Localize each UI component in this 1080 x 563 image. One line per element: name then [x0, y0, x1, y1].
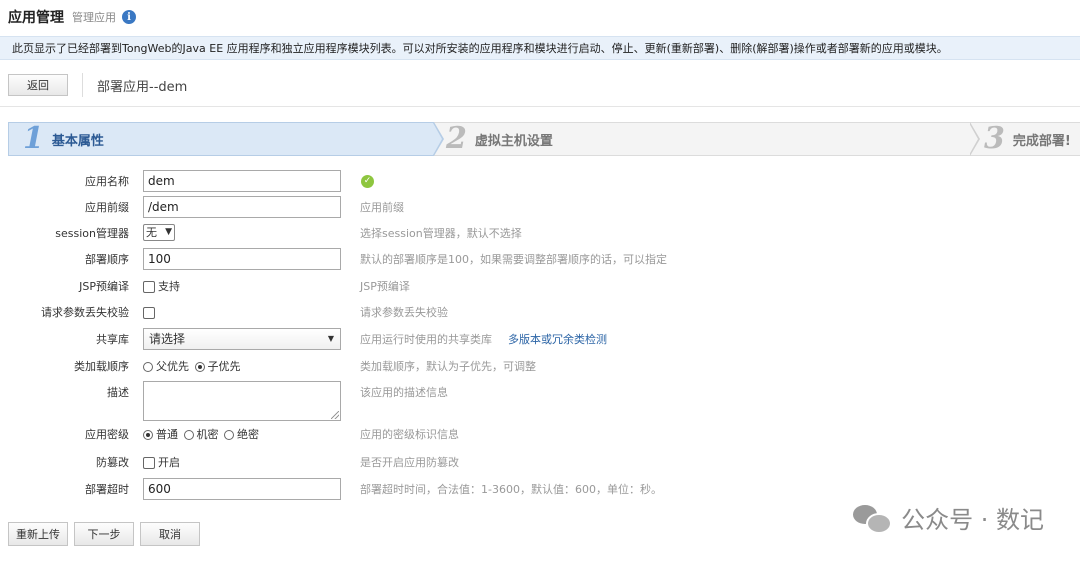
row-app-name: 应用名称 dem ✓	[0, 170, 1080, 194]
option-normal: 普通	[156, 428, 178, 441]
radio-top-secret[interactable]	[224, 430, 234, 440]
row-deploy-timeout: 部署超时 600 部署超时时间，合法值：1-3600，默认值：600，单位：秒。	[0, 478, 1080, 502]
divider	[0, 106, 1080, 107]
step-basic-properties[interactable]: 1 基本属性	[8, 122, 434, 156]
label-param-loss-check: 请求参数丢失校验	[41, 306, 129, 319]
row-shared-lib: 共享库 请选择 ▼ 应用运行时使用的共享类库 多版本或冗余类检测	[0, 328, 1080, 352]
toolbar: 返回 部署应用--dem	[8, 72, 1072, 98]
resize-grip-icon[interactable]	[331, 411, 339, 419]
security-level-control: 普通 机密 绝密	[143, 423, 261, 447]
row-tamper-proof: 防篡改 开启 是否开启应用防篡改	[0, 451, 1080, 475]
step-label: 完成部署!	[1012, 133, 1071, 149]
jsp-precompile-control: 支持	[143, 275, 182, 299]
jsp-precompile-option: 支持	[158, 280, 180, 293]
app-name-input[interactable]: dem	[143, 170, 341, 192]
step-number: 3	[984, 121, 1005, 156]
row-class-load-order: 类加载顺序 父优先 子优先 类加载顺序，默认为子优先，可调整	[0, 355, 1080, 379]
param-loss-control	[143, 301, 155, 325]
step-virtual-host[interactable]: 2 虚拟主机设置	[446, 123, 553, 155]
label-app-name: 应用名称	[85, 175, 129, 188]
hint-security-level: 应用的密级标识信息	[360, 428, 459, 441]
check-icon: ✓	[361, 175, 374, 188]
label-app-prefix: 应用前缀	[85, 201, 129, 214]
toolbar-divider	[82, 73, 83, 97]
app-prefix-input[interactable]: /dem	[143, 196, 341, 218]
label-jsp-precompile: JSP预编译	[79, 280, 129, 293]
hint-app-prefix: 应用前缀	[360, 201, 404, 214]
chevron-down-icon: ▼	[327, 334, 334, 343]
page-header: 应用管理 管理应用 i	[8, 6, 136, 28]
radio-normal[interactable]	[143, 430, 153, 440]
wizard-steps: 1 基本属性 2 虚拟主机设置 3 完成部署!	[8, 122, 1080, 156]
label-class-load-order: 类加载顺序	[74, 360, 129, 373]
label-tamper-proof: 防篡改	[96, 456, 129, 469]
option-child-first: 子优先	[207, 360, 241, 373]
step-arrow-fill	[969, 123, 978, 155]
step-number: 1	[23, 121, 44, 156]
label-deploy-order: 部署顺序	[85, 253, 129, 266]
class-load-order-control: 父优先 子优先	[143, 355, 243, 379]
row-session-manager: session管理器 无 ▼ 选择session管理器，默认不选择	[0, 222, 1080, 246]
session-manager-select[interactable]: 无 ▼	[143, 224, 175, 241]
label-session-manager: session管理器	[55, 227, 129, 240]
session-manager-value: 无	[146, 226, 157, 239]
label-description: 描述	[107, 386, 129, 399]
option-top-secret: 绝密	[237, 428, 259, 441]
hint-session-manager: 选择session管理器，默认不选择	[360, 227, 522, 240]
option-parent-first: 父优先	[156, 360, 189, 373]
radio-confidential[interactable]	[183, 430, 194, 440]
hint-shared-lib: 应用运行时使用的共享类库 多版本或冗余类检测	[360, 328, 607, 352]
row-app-prefix: 应用前缀 /dem 应用前缀	[0, 196, 1080, 220]
shared-lib-value: 请选择	[149, 332, 186, 346]
hint-param-loss-check: 请求参数丢失校验	[360, 306, 448, 319]
next-button[interactable]: 下一步	[74, 522, 134, 546]
info-icon[interactable]: i	[122, 10, 136, 24]
hint-shared-lib-text: 应用运行时使用的共享类库	[360, 333, 492, 346]
description-textarea[interactable]	[143, 381, 341, 421]
shared-lib-select[interactable]: 请选择 ▼	[143, 328, 341, 350]
option-confidential: 机密	[196, 428, 219, 441]
param-loss-checkbox[interactable]	[143, 307, 155, 319]
page-subtitle: 管理应用	[72, 11, 116, 24]
label-security-level: 应用密级	[85, 428, 129, 441]
row-security-level: 应用密级 普通 机密 绝密 应用的密级标识信息	[0, 423, 1080, 447]
row-jsp-precompile: JSP预编译 支持 JSP预编译	[0, 275, 1080, 299]
step-label: 虚拟主机设置	[474, 133, 553, 149]
hint-description: 该应用的描述信息	[360, 386, 448, 399]
step-number: 2	[446, 121, 467, 156]
row-description: 描述 该应用的描述信息	[0, 381, 1080, 423]
tamper-proof-control: 开启	[143, 451, 182, 475]
watermark: 公众号 · 数记	[853, 500, 1044, 535]
step-complete[interactable]: 3 完成部署!	[984, 123, 1071, 155]
radio-parent-first[interactable]	[143, 362, 153, 372]
watermark-text: 公众号 · 数记	[901, 506, 1044, 534]
label-shared-lib: 共享库	[96, 333, 129, 346]
hint-deploy-timeout: 部署超时时间，合法值：1-3600，默认值：600，单位：秒。	[360, 483, 662, 496]
reupload-button[interactable]: 重新上传	[8, 522, 68, 546]
wechat-icon	[853, 503, 893, 534]
row-deploy-order: 部署顺序 100 默认的部署顺序是100，如果需要调整部署顺序的话，可以指定	[0, 248, 1080, 272]
hint-class-load-order: 类加载顺序，默认为子优先，可调整	[360, 360, 536, 373]
step-label: 基本属性	[51, 133, 104, 149]
form-actions: 重新上传 下一步 取消	[8, 522, 200, 546]
chevron-down-icon: ▼	[165, 227, 172, 237]
back-button[interactable]: 返回	[8, 74, 68, 96]
hint-deploy-order: 默认的部署顺序是100，如果需要调整部署顺序的话，可以指定	[360, 253, 667, 266]
deploy-order-input[interactable]: 100	[143, 248, 341, 270]
page-title: 应用管理	[8, 10, 64, 26]
deploy-title: 部署应用--dem	[97, 79, 188, 95]
hint-tamper-proof: 是否开启应用防篡改	[360, 456, 459, 469]
radio-child-first[interactable]	[194, 362, 205, 372]
redundant-class-check-link[interactable]: 多版本或冗余类检测	[508, 333, 607, 346]
deploy-timeout-input[interactable]: 600	[143, 478, 341, 500]
jsp-precompile-checkbox[interactable]	[143, 281, 155, 293]
row-param-loss-check: 请求参数丢失校验 请求参数丢失校验	[0, 301, 1080, 325]
tamper-proof-checkbox[interactable]	[143, 457, 155, 469]
cancel-button[interactable]: 取消	[140, 522, 200, 546]
step-arrow-fill	[433, 123, 442, 155]
tamper-proof-option: 开启	[158, 456, 180, 469]
hint-jsp-precompile: JSP预编译	[360, 280, 410, 293]
label-deploy-timeout: 部署超时	[85, 483, 129, 496]
page-description: 此页显示了已经部署到TongWeb的Java EE 应用程序和独立应用程序模块列…	[0, 36, 1080, 60]
